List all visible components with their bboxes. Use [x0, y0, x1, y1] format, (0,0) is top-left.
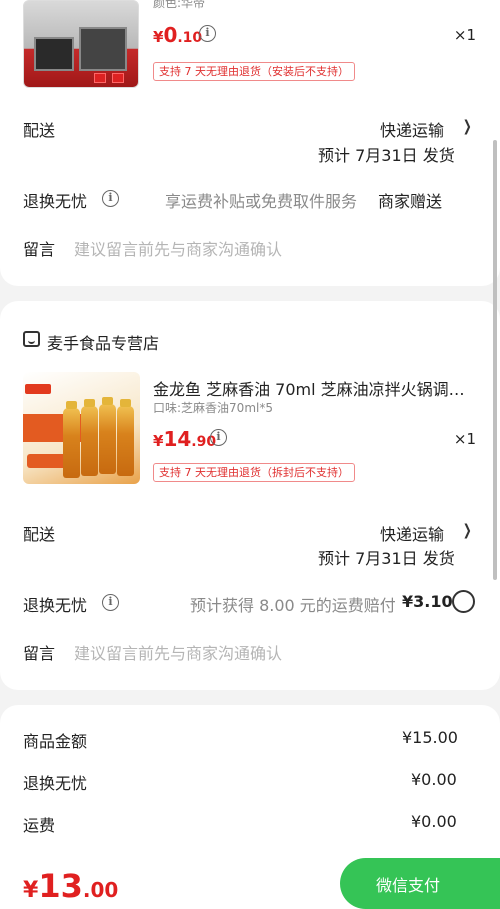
return-compensation-text: 预计获得 8.00 元的运费赔付 [190, 596, 396, 615]
note-label: 留言 [23, 644, 56, 663]
info-icon[interactable]: i [102, 594, 119, 611]
product-1-image[interactable] [23, 0, 139, 88]
return-service-price: ¥3.10 [402, 592, 453, 611]
summary-row-label: 退换无忧 [23, 774, 88, 793]
oven-graphic [79, 27, 127, 71]
product-2-title[interactable]: 金龙鱼 芝麻香油 70ml 芝麻油凉拌火锅调… [153, 376, 478, 400]
oven-graphic [34, 37, 74, 71]
info-icon[interactable]: i [102, 190, 119, 207]
store-name[interactable]: 麦手食品专营店 [47, 330, 159, 354]
shipping-method[interactable]: 快递运输 [380, 117, 444, 141]
info-icon[interactable]: i [210, 429, 227, 446]
product-2-quantity: ×1 [453, 430, 476, 448]
order-total: ¥13.00 [23, 867, 119, 905]
wechat-pay-button[interactable]: 微信支付 [340, 858, 500, 909]
note-input[interactable]: 建议留言前先与商家沟通确认 [74, 640, 282, 664]
info-icon[interactable]: i [199, 25, 216, 42]
product-2-image[interactable] [23, 372, 140, 484]
chevron-right-icon[interactable]: ❯ [463, 117, 472, 135]
return-worry-free-label: 退换无忧 [23, 596, 88, 615]
summary-row-label: 运费 [23, 816, 56, 835]
shipping-eta: 预计 7月31日 发货 [318, 146, 455, 165]
bottle-graphic [99, 397, 116, 474]
chevron-right-icon[interactable]: ❯ [463, 521, 472, 539]
order-card-2 [0, 301, 500, 690]
product-2-variant: 口味:芝麻香油70ml*5 [153, 401, 273, 415]
summary-row-label: 商品金额 [23, 732, 88, 751]
bottle-graphic [63, 401, 80, 478]
return-policy-tag: 支持 7 天无理由退货（安装后不支持） [153, 62, 355, 81]
note-input[interactable]: 建议留言前先与商家沟通确认 [74, 236, 282, 260]
summary-row-value: ¥15.00 [402, 728, 458, 747]
return-policy-tag: 支持 7 天无理由退货（拆封后不支持） [153, 463, 355, 482]
gift-graphic [112, 73, 124, 83]
shipping-eta: 预计 7月31日 发货 [318, 549, 455, 568]
shipping-method[interactable]: 快递运输 [380, 521, 444, 545]
store-icon [23, 331, 40, 347]
scrollbar[interactable] [493, 140, 497, 580]
summary-row-value: ¥0.00 [411, 812, 457, 831]
product-1-price: ¥0.10 [153, 23, 203, 47]
note-label: 留言 [23, 240, 56, 259]
brand-logo [25, 384, 51, 394]
gift-graphic [94, 73, 106, 83]
pay-button-label: 微信支付 [376, 876, 441, 895]
merchant-gift-text: 商家赠送 [378, 192, 443, 211]
return-worry-free-label: 退换无忧 [23, 192, 88, 211]
shipping-label: 配送 [23, 121, 56, 140]
product-1-quantity: ×1 [453, 26, 476, 44]
product-1-variant: 颜色:华帝 [153, 0, 206, 10]
return-service-text: 享运费补贴或免费取件服务 [165, 192, 358, 211]
product-2-price: ¥14.90 [153, 427, 217, 451]
bottle-graphic [81, 399, 98, 476]
radio-unchecked-icon[interactable] [452, 590, 475, 613]
shipping-label: 配送 [23, 525, 56, 544]
bottle-graphic [117, 399, 134, 476]
summary-row-value: ¥0.00 [411, 770, 457, 789]
